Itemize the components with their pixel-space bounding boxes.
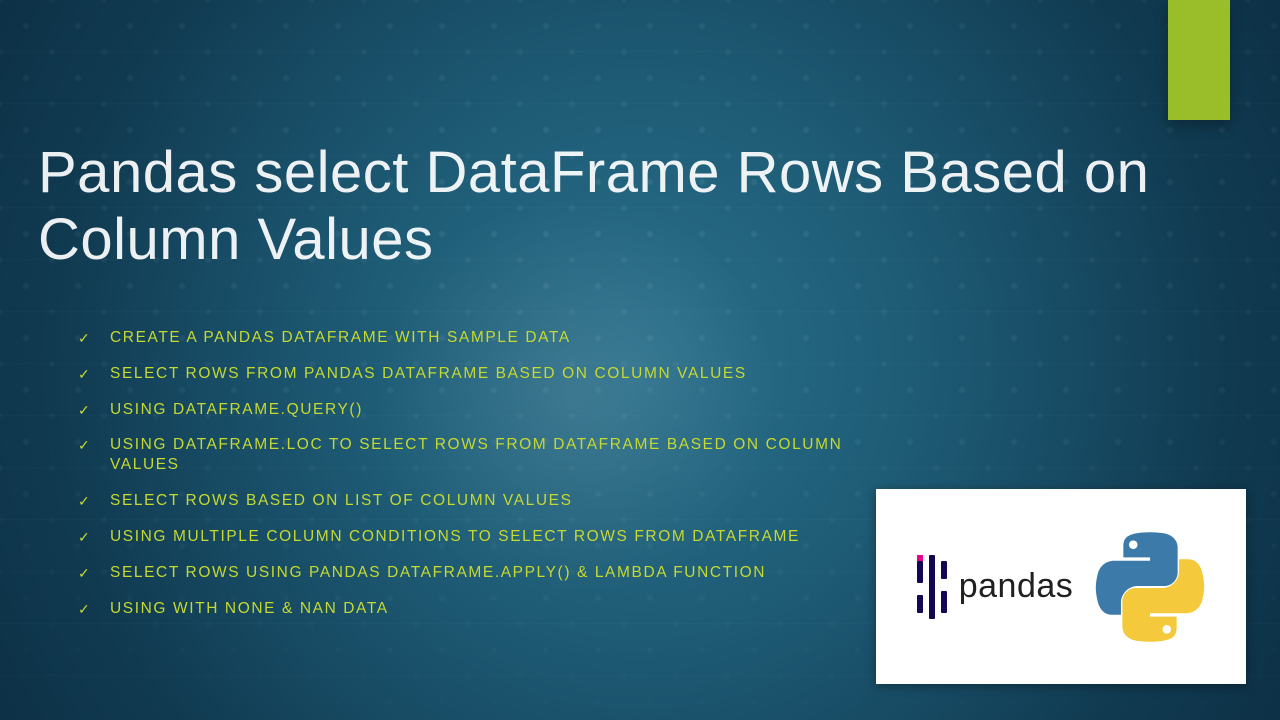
- accent-tab: [1168, 0, 1230, 120]
- checkmark-icon: ✓: [78, 493, 91, 511]
- checkmark-icon: ✓: [78, 437, 91, 455]
- bullet-item: ✓ SELECT ROWS BASED ON LIST OF COLUMN VA…: [88, 491, 848, 527]
- bullet-text: SELECT ROWS FROM PANDAS DATAFRAME BASED …: [110, 365, 747, 382]
- checkmark-icon: ✓: [78, 601, 91, 619]
- pandas-logo-icon: pandas: [917, 555, 1074, 619]
- checkmark-icon: ✓: [78, 366, 91, 384]
- bullet-item: ✓USING WITH NONE & NAN DATA: [88, 599, 848, 635]
- bullet-text: USING DATAFRAME.QUERY(): [110, 401, 363, 418]
- bullet-item: ✓SELECT ROWS USING PANDAS DATAFRAME.APPL…: [88, 563, 848, 599]
- bullet-list: ✓CREATE A PANDAS DATAFRAME WITH SAMPLE D…: [88, 328, 848, 634]
- checkmark-icon: ✓: [78, 529, 91, 547]
- bullet-item: ✓USING DATAFRAME.QUERY(): [88, 400, 848, 436]
- pandas-bars-icon: [917, 555, 947, 619]
- python-logo-icon: [1095, 532, 1205, 642]
- bullet-text: CREATE A PANDAS DATAFRAME WITH SAMPLE DA…: [110, 329, 571, 346]
- checkmark-icon: ✓: [78, 565, 91, 583]
- bullet-text: SELECT ROWS USING PANDAS DATAFRAME.APPLY…: [110, 564, 766, 581]
- checkmark-icon: ✓: [78, 402, 91, 420]
- pandas-wordmark: pandas: [959, 567, 1074, 606]
- bullet-text: USING MULTIPLE COLUMN CONDITIONS TO SELE…: [110, 528, 800, 545]
- logo-card: pandas: [876, 489, 1246, 684]
- bullet-text: USING WITH NONE & NAN DATA: [110, 600, 389, 617]
- slide-title: Pandas select DataFrame Rows Based on Co…: [38, 140, 1220, 273]
- bullet-text: USING DATAFRAME.LOC TO SELECT ROWS FROM …: [110, 436, 842, 473]
- bullet-item: ✓CREATE A PANDAS DATAFRAME WITH SAMPLE D…: [88, 328, 848, 364]
- bullet-text: SELECT ROWS BASED ON LIST OF COLUMN VALU…: [110, 492, 573, 509]
- bullet-item: ✓USING MULTIPLE COLUMN CONDITIONS TO SEL…: [88, 527, 848, 563]
- bullet-item: ✓USING DATAFRAME.LOC TO SELECT ROWS FROM…: [88, 435, 848, 491]
- bullet-item: ✓SELECT ROWS FROM PANDAS DATAFRAME BASED…: [88, 364, 848, 400]
- slide: Pandas select DataFrame Rows Based on Co…: [0, 0, 1280, 720]
- checkmark-icon: ✓: [78, 330, 91, 348]
